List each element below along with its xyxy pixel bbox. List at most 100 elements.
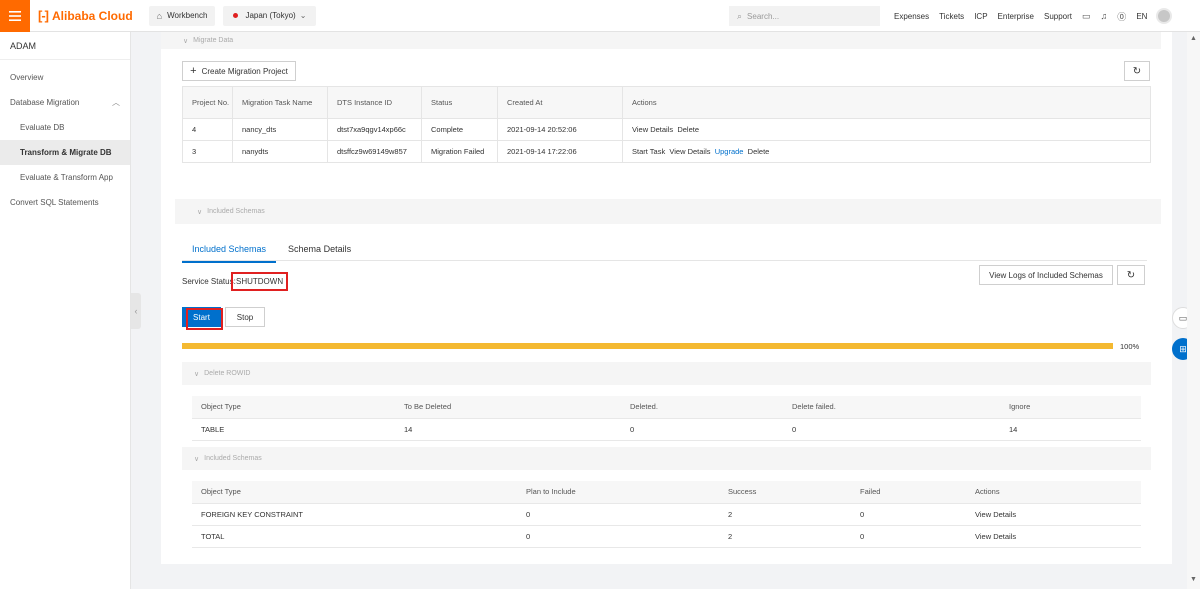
sidebar-title: ADAM	[0, 32, 130, 60]
table-cell: TOTAL	[192, 525, 517, 548]
stop-button[interactable]: Stop	[225, 307, 265, 327]
progress-bar	[182, 343, 1113, 349]
refresh-button[interactable]: ↻	[1124, 61, 1150, 81]
status: Migration Failed	[421, 140, 498, 163]
tabs-divider	[182, 260, 1147, 261]
included-schemas-section-header[interactable]: ∨ Included Schemas	[175, 199, 1161, 224]
included-schemas-subsection-header[interactable]: ∨ Included Schemas	[182, 447, 1151, 470]
delete-link[interactable]: Delete	[748, 147, 770, 156]
table-cell: 0	[517, 503, 719, 526]
table-row: FOREIGN KEY CONSTRAINT 0 2 0 View Detail…	[192, 503, 1141, 526]
sidebar-collapse-toggle[interactable]: ‹	[131, 293, 141, 329]
search-input[interactable]: ⌕ Search...	[729, 6, 880, 26]
table-header-row: Object Type To Be Deleted Deleted. Delet…	[192, 396, 1141, 419]
column-header: Project No.	[182, 86, 233, 119]
sidebar-item-label: Database Migration	[10, 98, 80, 107]
section-title: Included Schemas	[207, 208, 265, 215]
section-title: Delete ROWID	[204, 370, 251, 377]
view-logs-button[interactable]: View Logs of Included Schemas	[979, 265, 1113, 285]
workbench-button[interactable]: ⌂ Workbench	[148, 5, 216, 26]
task-name: nancy_dts	[232, 118, 328, 141]
help-icon[interactable]: ⓪	[1117, 10, 1126, 23]
refresh-button[interactable]: ↻	[1117, 265, 1145, 285]
hamburger-menu-button[interactable]	[0, 0, 30, 32]
create-button-label: Create Migration Project	[201, 66, 288, 76]
icp-link[interactable]: ICP	[974, 12, 987, 21]
refresh-icon: ↻	[1126, 269, 1136, 281]
column-header: Object Type	[192, 396, 395, 419]
service-status-value: SHUTDOWN	[231, 272, 288, 291]
workbench-label: Workbench	[167, 11, 208, 20]
included-schemas-table: Object Type Plan to Include Success Fail…	[192, 481, 1141, 548]
migration-projects-table: Project No. Migration Task Name DTS Inst…	[182, 86, 1151, 163]
scroll-down-icon[interactable]: ▼	[1190, 576, 1197, 583]
language-selector[interactable]: EN	[1136, 12, 1147, 21]
column-header: Plan to Include	[517, 481, 719, 504]
section-title: Included Schemas	[204, 455, 262, 462]
notification-bell-icon[interactable]: ♫	[1101, 11, 1108, 21]
refresh-icon: ↻	[1132, 65, 1142, 77]
column-header: Created At	[497, 86, 623, 119]
support-link[interactable]: Support	[1044, 12, 1072, 21]
message-icon[interactable]: ▭	[1082, 11, 1091, 22]
status: Complete	[421, 118, 498, 141]
alibaba-cloud-logo[interactable]: [-] Alibaba Cloud	[38, 8, 133, 23]
alibaba-logo-icon: [-]	[38, 8, 49, 23]
region-label: Japan (Tokyo)	[245, 11, 296, 20]
section-title: Migrate Data	[193, 37, 234, 44]
migrate-data-section-header[interactable]: ∨ Migrate Data	[161, 32, 1161, 49]
sidebar: ADAM Overview Database Migration ︿ Evalu…	[0, 32, 131, 589]
enterprise-link[interactable]: Enterprise	[998, 12, 1034, 21]
service-status-label: Service Status:	[182, 277, 236, 286]
user-avatar[interactable]	[1156, 8, 1173, 24]
chat-icon: ▭	[1178, 312, 1188, 323]
task-name: nanydts	[232, 140, 328, 163]
create-migration-project-button[interactable]: + Create Migration Project	[182, 61, 296, 81]
chevron-down-icon: ⌄	[299, 11, 307, 20]
column-header: Failed	[851, 481, 966, 504]
scroll-up-icon[interactable]: ▲	[1190, 35, 1197, 42]
region-selector[interactable]: Japan (Tokyo) ⌄	[223, 5, 317, 26]
view-details-link[interactable]: View Details	[669, 147, 710, 156]
chevron-down-icon: ∨	[197, 208, 203, 216]
upgrade-link[interactable]: Upgrade	[715, 147, 744, 156]
start-highlight	[186, 308, 223, 330]
vertical-scrollbar[interactable]	[1187, 32, 1200, 589]
sidebar-item-database-migration[interactable]: Database Migration ︿	[0, 90, 130, 115]
instance-id: dtsffcz9w69149w857	[327, 140, 422, 163]
sidebar-item-evaluate-transform-app[interactable]: Evaluate & Transform App	[0, 165, 130, 190]
tickets-link[interactable]: Tickets	[939, 12, 964, 21]
home-icon: ⌂	[156, 10, 163, 21]
chevron-up-icon: ︿	[112, 98, 120, 107]
column-header: Actions	[966, 481, 1141, 504]
view-details-link[interactable]: View Details	[966, 503, 1141, 526]
column-header: DTS Instance ID	[327, 86, 422, 119]
view-details-link[interactable]: View Details	[966, 525, 1141, 548]
sidebar-item-transform-migrate-db[interactable]: Transform & Migrate DB	[0, 140, 130, 165]
search-icon: ⌕	[737, 10, 743, 21]
table-cell: 0	[851, 525, 966, 548]
table-cell: 2	[719, 503, 851, 526]
view-details-link[interactable]: View Details	[632, 125, 673, 134]
start-task-link[interactable]: Start Task	[632, 147, 665, 156]
table-cell: 0	[517, 525, 719, 548]
table-cell: FOREIGN KEY CONSTRAINT	[192, 503, 517, 526]
table-row: TOTAL 0 2 0 View Details	[192, 525, 1141, 548]
delete-rowid-section-header[interactable]: ∨ Delete ROWID	[182, 362, 1151, 385]
created-at: 2021-09-14 20:52:06	[497, 118, 623, 141]
chevron-down-icon: ∨	[183, 37, 189, 45]
delete-link[interactable]: Delete	[677, 125, 699, 134]
sidebar-item-overview[interactable]: Overview	[0, 65, 130, 90]
table-row: 4 nancy_dts dtst7xa9qgv14xp66c Complete …	[182, 118, 1151, 141]
column-header: Ignore	[1000, 396, 1141, 419]
hamburger-icon	[9, 10, 21, 21]
column-header: Actions	[622, 86, 1151, 119]
chevron-left-icon: ‹	[134, 306, 138, 316]
project-no: 4	[182, 118, 233, 141]
sidebar-item-convert-sql[interactable]: Convert SQL Statements	[0, 190, 130, 215]
expenses-link[interactable]: Expenses	[894, 12, 929, 21]
column-header: Deleted.	[621, 396, 783, 419]
apps-icon: ⊞	[1179, 343, 1187, 354]
sidebar-item-evaluate-db[interactable]: Evaluate DB	[0, 115, 130, 140]
table-cell: 0	[783, 418, 1000, 441]
